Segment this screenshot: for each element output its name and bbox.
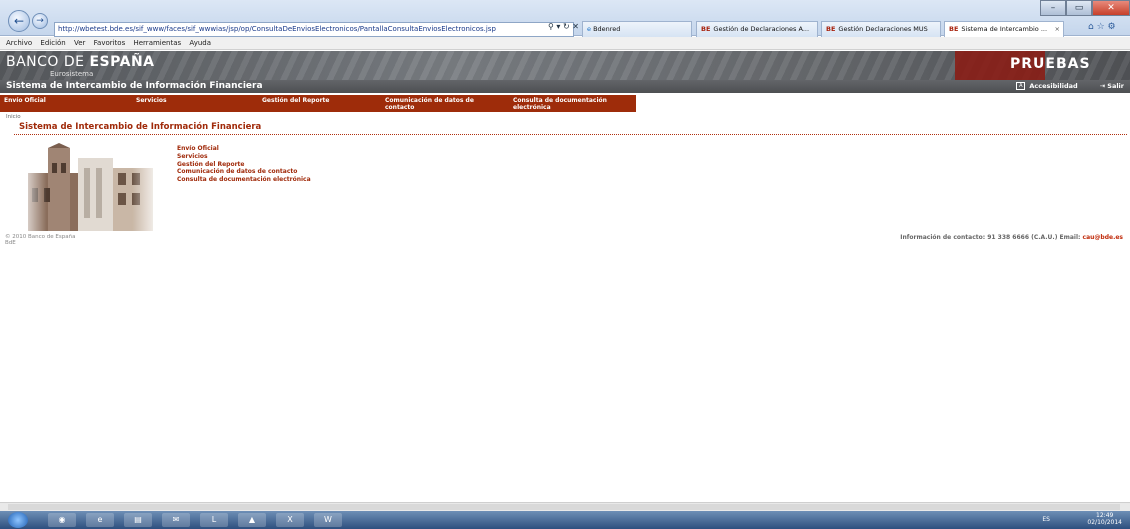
- link-comunicacion-contacto[interactable]: Comunicación de datos de contacto: [177, 168, 311, 176]
- contact-text: Información de contacto: 91 338 6666 (C.…: [900, 234, 1083, 241]
- windows-taskbar: ◉ e ▤ ✉ L ▲ X W ES 12:49 02/10/2014: [0, 511, 1130, 529]
- bde-tab-icon: BE: [701, 25, 711, 33]
- contact-info: Información de contacto: 91 338 6666 (C.…: [900, 234, 1123, 241]
- tab-bdenred[interactable]: e Bdenred: [582, 21, 692, 37]
- app-taskbar-icon[interactable]: ▲: [238, 513, 266, 527]
- title-divider: [14, 134, 1127, 135]
- nav-envio-oficial[interactable]: Envío Oficial: [4, 97, 46, 104]
- tab-label: Sistema de Intercambio ...: [961, 25, 1048, 33]
- menu-archivo[interactable]: Archivo: [6, 39, 32, 47]
- copyright: © 2010 Banco de España BdE: [5, 234, 75, 246]
- menu-edicion[interactable]: Edición: [40, 39, 65, 47]
- link-gestion-reporte[interactable]: Gestión del Reporte: [177, 161, 311, 169]
- browser-toolbar-icons[interactable]: ⌂ ☆ ⚙: [1088, 22, 1116, 32]
- browser-toolbar: ← → http://wbetest.bde.es/sif_www/faces/…: [0, 0, 1130, 37]
- tab-label: Gestión de Declaraciones A...: [713, 25, 810, 33]
- accessibility-link[interactable]: A Accesibilidad: [1006, 82, 1078, 90]
- ie-taskbar-icon[interactable]: e: [86, 513, 114, 527]
- word-taskbar-icon[interactable]: W: [314, 513, 342, 527]
- nav-gestion-reporte[interactable]: Gestión del Reporte: [262, 97, 330, 104]
- nav-comunicacion-contacto[interactable]: Comunicación de datos de contacto: [385, 97, 503, 111]
- address-bar[interactable]: http://wbetest.bde.es/sif_www/faces/sif_…: [54, 22, 574, 37]
- site-title: Sistema de Intercambio de Información Fi…: [6, 81, 263, 91]
- tab-gestion-declaraciones-mus[interactable]: BE Gestión Declaraciones MUS: [821, 21, 941, 37]
- eurosistema-label: Eurosistema: [50, 70, 94, 78]
- lync-taskbar-icon[interactable]: L: [200, 513, 228, 527]
- site-header: BANCO DE ESPAÑA Eurosistema PRUEBAS: [0, 51, 1130, 80]
- email-link[interactable]: cau@bde.es: [1083, 234, 1123, 241]
- close-tab-icon[interactable]: ×: [1055, 22, 1060, 37]
- clock-time: 12:49: [1096, 512, 1114, 519]
- menu-ver[interactable]: Ver: [74, 39, 85, 47]
- main-nav: Envío Oficial Servicios Gestión del Repo…: [0, 95, 636, 112]
- bde-tab-icon: BE: [826, 25, 836, 33]
- nav-consulta-documentacion[interactable]: Consulta de documentación electrónica: [513, 97, 631, 111]
- close-window-button[interactable]: ✕: [1092, 0, 1130, 16]
- system-clock[interactable]: 12:49 02/10/2014: [1087, 512, 1122, 526]
- environment-badge: PRUEBAS: [1010, 56, 1091, 72]
- menu-bar: Archivo Edición Ver Favoritos Herramient…: [0, 37, 1130, 50]
- banco-espana-logo: BANCO DE ESPAÑA: [6, 54, 155, 70]
- tab-sistema-intercambio[interactable]: BE Sistema de Intercambio ... ×: [944, 21, 1064, 37]
- outlook-taskbar-icon[interactable]: ✉: [162, 513, 190, 527]
- breadcrumb[interactable]: Inicio: [6, 114, 21, 120]
- screen: ← → http://wbetest.bde.es/sif_www/faces/…: [0, 0, 1130, 529]
- excel-taskbar-icon[interactable]: X: [276, 513, 304, 527]
- explorer-taskbar-icon[interactable]: ▤: [124, 513, 152, 527]
- back-button[interactable]: ←: [8, 10, 30, 32]
- nav-servicios[interactable]: Servicios: [136, 97, 167, 104]
- address-actions[interactable]: ⚲ ▾ ↻ ✕: [548, 22, 579, 31]
- header-actions: A Accesibilidad ⇥ Salir: [996, 80, 1124, 93]
- bank-building-image: [18, 143, 161, 231]
- maximize-button[interactable]: ▭: [1066, 0, 1092, 16]
- accessibility-icon: A: [1016, 82, 1026, 90]
- link-consulta-documentacion[interactable]: Consulta de documentación electrónica: [177, 176, 311, 184]
- forward-button[interactable]: →: [32, 13, 48, 29]
- tab-label: Gestión Declaraciones MUS: [838, 25, 928, 33]
- link-envio-oficial[interactable]: Envío Oficial: [177, 145, 311, 153]
- page-title: Sistema de Intercambio de Información Fi…: [19, 122, 262, 132]
- menu-favoritos[interactable]: Favoritos: [94, 39, 126, 47]
- title-bar: Sistema de Intercambio de Información Fi…: [0, 80, 1130, 93]
- clock-date: 02/10/2014: [1087, 519, 1122, 526]
- bde-tab-icon: BE: [949, 25, 959, 33]
- start-button[interactable]: [8, 512, 28, 528]
- menu-ayuda[interactable]: Ayuda: [189, 39, 211, 47]
- chrome-taskbar-icon[interactable]: ◉: [48, 513, 76, 527]
- tab-label: Bdenred: [593, 25, 621, 33]
- minimize-button[interactable]: –: [1040, 0, 1066, 16]
- horizontal-scrollbar[interactable]: [0, 502, 1130, 511]
- tab-gestion-declaraciones-a[interactable]: BE Gestión de Declaraciones A...: [696, 21, 818, 37]
- quick-links: Envío Oficial Servicios Gestión del Repo…: [177, 145, 311, 184]
- scrollbar-thumb[interactable]: [8, 504, 1120, 510]
- exit-link[interactable]: ⇥ Salir: [1090, 82, 1124, 90]
- menu-herramientas[interactable]: Herramientas: [133, 39, 181, 47]
- bde-label: BdE: [5, 240, 16, 246]
- language-indicator[interactable]: ES: [1042, 516, 1050, 523]
- link-servicios[interactable]: Servicios: [177, 153, 311, 161]
